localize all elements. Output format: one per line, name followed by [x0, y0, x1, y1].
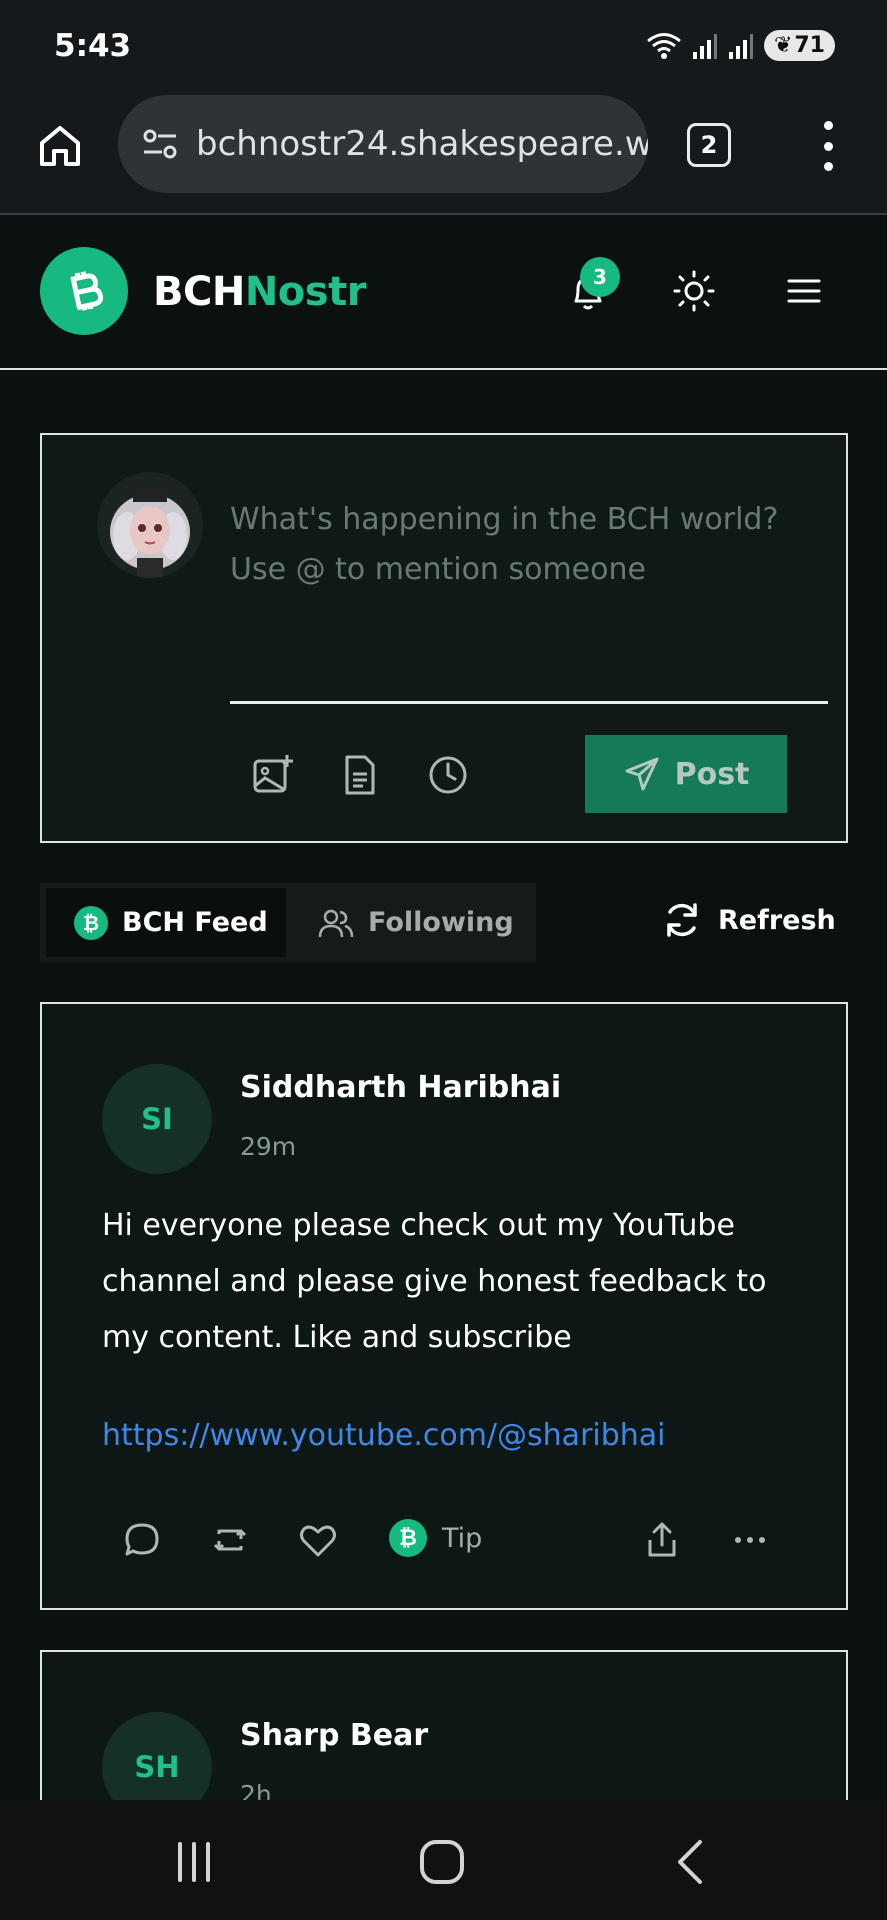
post-button[interactable]: Post	[585, 735, 787, 813]
composer-divider	[230, 701, 828, 704]
back-icon[interactable]	[660, 1832, 720, 1892]
tab-switcher-button[interactable]: 2	[687, 123, 731, 167]
url-text: bchnostr24.shakespeare.wtf	[196, 124, 648, 164]
bitcoin-cash-logo-icon[interactable]	[40, 247, 128, 335]
tab-bch-feed-label: BCH Feed	[122, 907, 268, 938]
status-bar: 5:43 ❦ 71	[0, 0, 887, 95]
site-settings-icon[interactable]	[138, 122, 182, 166]
share-icon[interactable]	[642, 1520, 682, 1560]
leaf-icon: ❦	[773, 33, 793, 58]
notification-badge: 3	[580, 257, 620, 297]
refresh-label: Refresh	[718, 904, 836, 936]
tab-bch-feed[interactable]: ₿ BCH Feed	[46, 888, 286, 957]
post-time: 29m	[240, 1132, 297, 1161]
signal-icon	[692, 33, 717, 59]
clock-icon[interactable]	[425, 752, 471, 798]
battery-indicator: ❦ 71	[763, 30, 835, 61]
status-icons: ❦ 71	[646, 30, 835, 61]
tip-button[interactable]: ₿ Tip	[388, 1518, 482, 1558]
brand-suffix: Nostr	[244, 269, 367, 315]
post-button-label: Post	[674, 756, 750, 792]
user-avatar[interactable]	[97, 472, 203, 578]
repost-icon[interactable]	[210, 1520, 250, 1560]
more-options-icon[interactable]	[730, 1520, 770, 1560]
recent-apps-icon[interactable]	[164, 1832, 224, 1892]
sun-icon[interactable]	[672, 269, 716, 313]
battery-level: 71	[794, 33, 825, 58]
app-header: BCHNostr 3	[0, 217, 887, 370]
status-time: 5:43	[54, 28, 132, 64]
address-bar[interactable]: bchnostr24.shakespeare.wtf	[118, 95, 648, 193]
refresh-button[interactable]: Refresh	[662, 900, 836, 940]
home-button[interactable]	[34, 120, 86, 172]
send-icon	[625, 757, 659, 791]
brand-name[interactable]: BCHNostr	[153, 269, 366, 315]
home-nav-icon[interactable]	[412, 1832, 472, 1892]
svg-text:₿: ₿	[399, 1526, 417, 1551]
bitcoin-cash-icon: ₿	[389, 1519, 427, 1557]
add-image-icon[interactable]	[249, 752, 295, 798]
refresh-icon	[667, 903, 697, 937]
browser-toolbar: bchnostr24.shakespeare.wtf 2	[0, 95, 887, 215]
post-body: Hi everyone please check out my YouTube …	[102, 1208, 767, 1355]
users-icon	[318, 909, 354, 937]
reply-icon[interactable]	[122, 1520, 162, 1560]
post-composer: What's happening in the BCH world? Use @…	[40, 433, 848, 843]
bitcoin-cash-icon: ₿	[74, 905, 108, 940]
author-name[interactable]: Siddharth Haribhai	[240, 1070, 561, 1105]
system-navigation-bar	[0, 1800, 887, 1920]
post-link[interactable]: https://www.youtube.com/@sharibhai	[102, 1418, 666, 1453]
hamburger-menu-icon[interactable]	[784, 271, 824, 311]
svg-text:₿: ₿	[83, 911, 99, 935]
tip-label: Tip	[442, 1522, 483, 1554]
feed-tabs: ₿ BCH Feed Following	[40, 883, 536, 962]
home-icon	[40, 126, 80, 166]
author-avatar[interactable]: SI	[102, 1064, 212, 1174]
post-card: SI Siddharth Haribhai 29m Hi everyone pl…	[40, 1002, 848, 1610]
tab-following[interactable]: Following	[310, 888, 520, 957]
tab-following-label: Following	[368, 907, 514, 938]
compose-input[interactable]: What's happening in the BCH world? Use @…	[230, 495, 810, 595]
signal-icon-2	[728, 33, 753, 59]
author-name[interactable]: Sharp Bear	[240, 1718, 428, 1753]
brand-prefix: BCH	[153, 269, 245, 315]
wifi-icon	[646, 32, 681, 59]
heart-icon[interactable]	[298, 1520, 338, 1560]
document-icon[interactable]	[337, 752, 383, 798]
browser-menu-button[interactable]	[812, 121, 844, 171]
